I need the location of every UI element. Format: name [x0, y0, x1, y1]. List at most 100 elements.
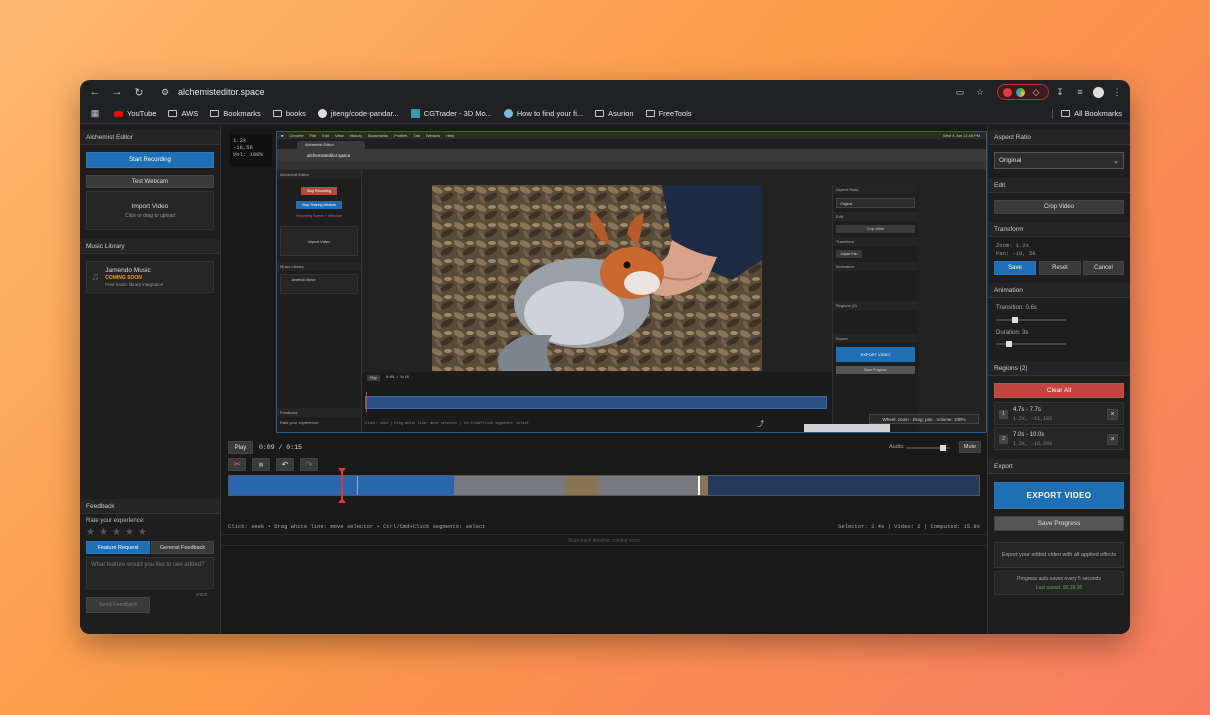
apps-grid-icon[interactable]: ▦	[88, 107, 102, 121]
site-info-icon[interactable]: ⚙	[158, 85, 172, 99]
bookmark-label: How to find your fi...	[516, 109, 584, 118]
star-icon[interactable]: ★	[138, 527, 147, 538]
close-icon[interactable]: ×	[1107, 434, 1118, 445]
forward-icon[interactable]: →	[108, 83, 126, 101]
bookmark-label: AWS	[181, 109, 199, 118]
bookmarks-bar: ▦ YouTube AWS Bookmarks books jiteng/cod…	[80, 104, 1130, 124]
redo-icon[interactable]: ↷	[300, 458, 318, 471]
region-item-1[interactable]: 1 4.7s - 7.7s 1.2x, -11,183 ×	[994, 402, 1124, 425]
transition-slider[interactable]	[996, 317, 1066, 323]
reset-button[interactable]: Reset	[1039, 261, 1081, 275]
region-item-2[interactable]: 2 7.0s - 10.0s 1.2x, -18,293 ×	[994, 427, 1124, 450]
browser-toolbar: ← → ↻ ⚙ alchemisteditor.space ▭ ☆ ◇ ↧ ≡ …	[80, 80, 1130, 104]
region-segment[interactable]	[454, 476, 565, 495]
bookmark-youtube[interactable]: YouTube	[114, 109, 156, 118]
bookmark-aws[interactable]: AWS	[168, 109, 198, 118]
bookmark-freetools[interactable]: FreeTools	[645, 109, 692, 118]
video-preview[interactable]: ● Chrome File Edit View History Bookmark…	[276, 131, 987, 433]
star-icon[interactable]: ★	[112, 527, 121, 538]
menubar-item: Profiles	[394, 133, 408, 138]
send-feedback-button[interactable]: Send Feedback	[86, 597, 150, 613]
audio-slider[interactable]	[906, 445, 950, 451]
star-icon[interactable]: ★	[99, 527, 108, 538]
more-menu-icon[interactable]: ⋮	[1110, 85, 1124, 99]
segment-divider	[357, 476, 358, 495]
inner-stop-button: Stop Recording	[301, 187, 337, 195]
inner-bookmarks	[277, 161, 986, 170]
bookmark-bookmarks[interactable]: Bookmarks	[210, 109, 261, 118]
editor-main: 1.2x -18,56 Vol: 100% ● Chrome File Edit…	[221, 125, 987, 634]
jamendo-card[interactable]: ♫ Jamendo Music COMING SOON Free music l…	[86, 261, 214, 293]
transform-overlay: 1.2x -18,56 Vol: 100%	[230, 134, 272, 166]
close-icon[interactable]: ×	[1107, 409, 1118, 420]
all-bookmarks[interactable]: All Bookmarks	[1061, 109, 1122, 118]
bookmark-asurion[interactable]: Asurion	[595, 109, 634, 118]
extension-icon-drive[interactable]	[1016, 87, 1025, 97]
undo-icon[interactable]: ↶	[276, 458, 294, 471]
cast-icon[interactable]: ▭	[953, 85, 967, 99]
bookmark-books[interactable]: books	[272, 109, 306, 118]
edit-header: Edit	[988, 178, 1130, 193]
puzzle-icon[interactable]: ◇	[1029, 85, 1043, 99]
address-bar[interactable]: ⚙ alchemisteditor.space ▭ ☆	[152, 82, 993, 102]
audio-knob[interactable]	[940, 445, 947, 451]
test-webcam-button[interactable]: Test Webcam	[86, 175, 214, 188]
aspect-ratio-value: Original	[999, 157, 1022, 164]
import-video-dropzone[interactable]: Import Video Click or drag to upload	[86, 191, 214, 230]
star-icon[interactable]: ★	[125, 527, 134, 538]
aspect-ratio-select[interactable]: Original ⌄	[994, 152, 1124, 169]
start-recording-button[interactable]: Start Recording	[86, 152, 214, 168]
coming-soon-badge: COMING SOON	[105, 275, 142, 281]
inner-jamendo: Jamendo Music	[280, 274, 358, 294]
chevron-down-icon: ⌄	[1113, 157, 1119, 165]
inner-left-panel: Alchemist Editor Stop Recording Stop Sha…	[277, 170, 362, 432]
cancel-button[interactable]: Cancel	[1083, 261, 1124, 275]
back-icon[interactable]: ←	[86, 83, 104, 101]
tab-general-feedback[interactable]: General Feedback	[151, 541, 214, 554]
duration-knob[interactable]	[1005, 341, 1012, 347]
bookmark-cgtrader[interactable]: CGTrader - 3D Mo...	[410, 109, 492, 118]
play-button[interactable]: Play	[228, 441, 253, 454]
save-progress-button[interactable]: Save Progress	[994, 516, 1124, 531]
playhead[interactable]	[337, 468, 346, 503]
last-saved-text: Last saved: 00:39:38	[1035, 584, 1083, 591]
region-segment[interactable]	[598, 476, 698, 495]
region-overlap-segment[interactable]	[565, 476, 598, 495]
tab-feature-request[interactable]: Feature Request	[86, 541, 150, 554]
save-transform-button[interactable]: Save	[994, 261, 1036, 275]
zoom-readout: 1.2x	[233, 137, 247, 144]
duration-slider[interactable]	[996, 341, 1066, 347]
inner-time: 0:09 / 0:15	[385, 376, 409, 380]
inner-play: Play	[367, 375, 380, 381]
mute-button[interactable]: Mute	[959, 441, 981, 453]
export-video-button[interactable]: EXPORT VIDEO	[994, 482, 1124, 509]
mac-menubar: ● Chrome File Edit View History Bookmark…	[277, 132, 986, 139]
inner-playhead	[366, 392, 367, 412]
region-edge-segment[interactable]	[700, 476, 708, 495]
autosave-box: Progress auto-saves every 5 seconds Last…	[994, 571, 1124, 595]
trash-icon[interactable]: ■	[252, 458, 270, 471]
export-header: Export	[988, 459, 1130, 474]
inner-feedback: Feedback	[277, 408, 361, 417]
bookmark-howto[interactable]: How to find your fi...	[503, 109, 584, 118]
menubar-item: History	[349, 133, 363, 138]
scissors-icon[interactable]: ✂	[228, 458, 246, 471]
bookmark-label: Bookmarks	[223, 109, 261, 118]
download-icon[interactable]: ↧	[1053, 85, 1067, 99]
import-subtitle: Click or drag to upload	[124, 212, 176, 219]
region-number: 2	[999, 435, 1008, 444]
reading-list-icon[interactable]: ≡	[1073, 85, 1087, 99]
zoom-value: Zoom: 1.2x	[996, 242, 1030, 249]
extension-icon-red[interactable]	[1003, 87, 1012, 97]
inner-aspect: Aspect Ratio	[833, 185, 918, 194]
reload-icon[interactable]: ↻	[130, 83, 148, 101]
star-icon[interactable]: ★	[86, 527, 95, 538]
avatar[interactable]	[1093, 86, 1104, 98]
crop-video-button[interactable]: Crop Video	[994, 200, 1124, 214]
feedback-textarea[interactable]: What feature would you like to see added…	[86, 557, 214, 589]
star-icon[interactable]: ☆	[973, 85, 987, 99]
clear-all-button[interactable]: Clear All	[994, 383, 1124, 398]
bookmark-github[interactable]: jiteng/code-pandar...	[317, 109, 399, 118]
video-frame	[432, 185, 762, 371]
transition-knob[interactable]	[1012, 317, 1018, 323]
